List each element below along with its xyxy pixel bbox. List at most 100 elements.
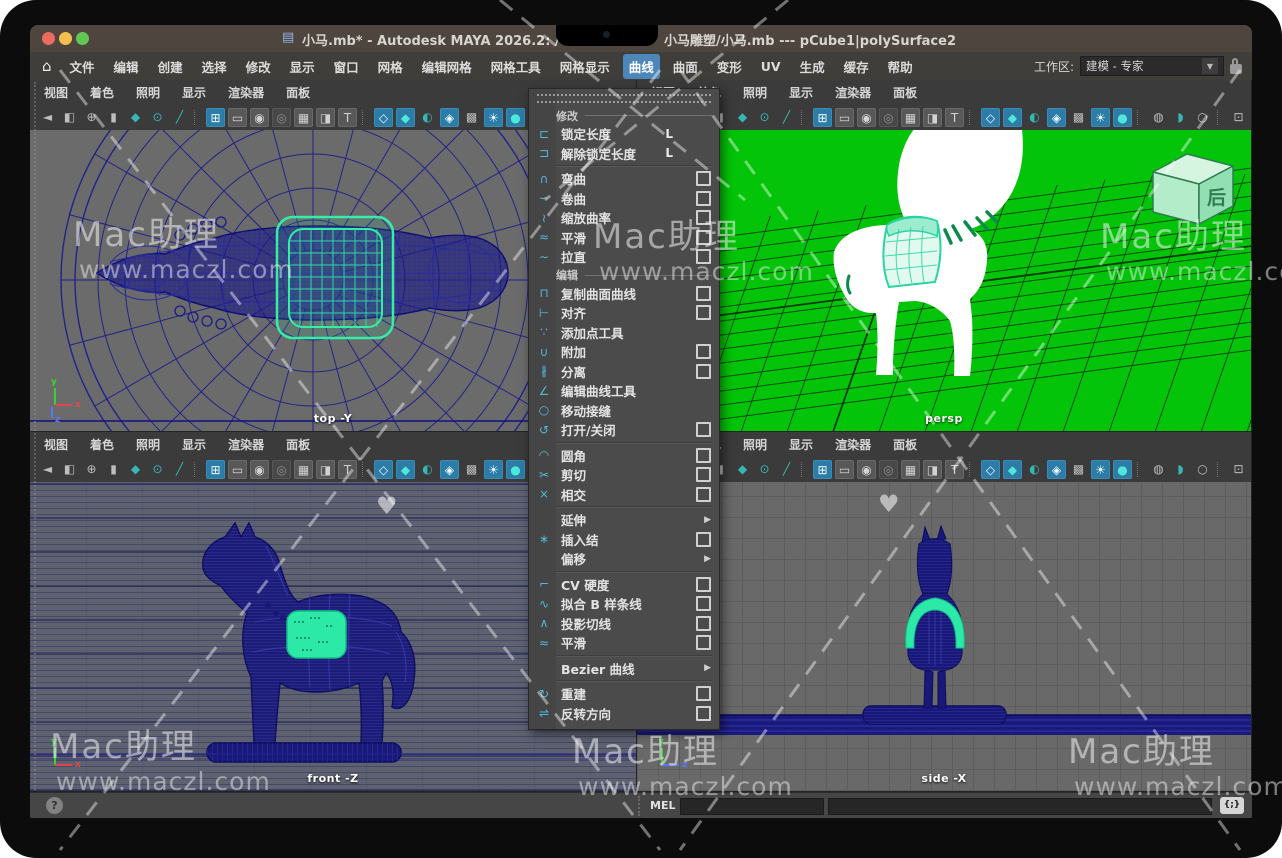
option-box[interactable] (696, 210, 711, 225)
option-box[interactable] (696, 532, 711, 547)
wireframe-icon[interactable]: ◇ (374, 460, 393, 479)
lighting-icon[interactable]: ☀ (1091, 108, 1110, 127)
menu-item-edit-curve-tool[interactable]: ∠编辑曲线工具 (529, 381, 719, 401)
close-button[interactable] (42, 32, 55, 45)
textured-icon[interactable]: ◈ (1047, 460, 1066, 479)
grid-toggle-icon[interactable]: ⊞ (813, 108, 832, 127)
panel-menu-item-1[interactable]: 着色 (90, 436, 114, 453)
option-box[interactable] (696, 616, 711, 631)
motion-blur-icon[interactable]: ◗ (1171, 460, 1190, 479)
menu-item-bend[interactable]: ∩弯曲 (529, 169, 719, 189)
menu-item-duplicate-surface-curves[interactable]: ⊓复制曲面曲线 (529, 284, 719, 304)
menu-generate[interactable]: 生成 (794, 54, 831, 79)
option-box[interactable] (696, 577, 711, 592)
menu-mesh-display[interactable]: 网格显示 (554, 54, 616, 79)
texture-view-icon[interactable]: T (945, 108, 964, 127)
image-plane-icon[interactable]: ◨ (923, 108, 942, 127)
menu-cache[interactable]: 缓存 (838, 54, 875, 79)
menu-create[interactable]: 创建 (152, 54, 189, 79)
panel-menu-item-3[interactable]: 显示 (182, 84, 206, 101)
image-plane-icon[interactable]: ◨ (316, 108, 335, 127)
field-chart-icon[interactable]: ▦ (294, 460, 313, 479)
option-box[interactable] (696, 171, 711, 186)
menu-item-add-points-tool[interactable]: ∵添加点工具 (529, 323, 719, 343)
panel-menu-item-0[interactable]: 视图 (44, 84, 68, 101)
menu-item-detach[interactable]: ∦分离 (529, 362, 719, 382)
menu-item-fillet[interactable]: ◠圆角 (529, 446, 719, 466)
gate-mask-icon[interactable]: ◎ (272, 460, 291, 479)
textured-icon[interactable]: ◈ (440, 460, 459, 479)
menu-item-curl[interactable]: ∽卷曲 (529, 189, 719, 209)
menu-curves[interactable]: 曲线 (623, 54, 660, 79)
annotate-pencil-icon[interactable]: ╱ (777, 460, 796, 479)
view-cube[interactable]: 后 (1153, 154, 1233, 224)
gate-mask-icon[interactable]: ◎ (879, 108, 898, 127)
default-material-icon[interactable]: ▩ (1069, 108, 1088, 127)
lighting-icon[interactable]: ☀ (1091, 460, 1110, 479)
menu-item-attach[interactable]: ∪附加 (529, 342, 719, 362)
menu-select[interactable]: 选择 (196, 54, 233, 79)
option-box[interactable] (696, 286, 711, 301)
wireframe-on-shaded-icon[interactable]: ◐ (1025, 460, 1044, 479)
camera-lock-icon[interactable]: ◧ (60, 460, 79, 479)
grid-toggle-icon[interactable]: ⊞ (206, 460, 225, 479)
field-chart-icon[interactable]: ▦ (294, 108, 313, 127)
menu-item-bezier-curves[interactable]: Bezier 曲线▶ (529, 659, 719, 679)
option-box[interactable] (696, 305, 711, 320)
shadows-icon[interactable]: ● (506, 460, 525, 479)
menu-uv[interactable]: UV (755, 56, 787, 77)
bookmark-icon[interactable]: ▮ (104, 460, 123, 479)
greasepencil-icon[interactable]: ◆ (126, 108, 145, 127)
resolution-gate-icon[interactable]: ◉ (250, 460, 269, 479)
texture-view-icon[interactable]: T (338, 108, 357, 127)
wireframe-on-shaded-icon[interactable]: ◐ (418, 460, 437, 479)
film-gate-icon[interactable]: ▭ (228, 460, 247, 479)
zoom-button[interactable] (76, 32, 89, 45)
motion-blur-icon[interactable]: ◗ (1171, 108, 1190, 127)
image-plane-icon[interactable]: ◨ (923, 460, 942, 479)
smooth-shaded-icon[interactable]: ◆ (396, 460, 415, 479)
gate-mask-icon[interactable]: ◎ (879, 460, 898, 479)
panel-menu-item-3[interactable]: 显示 (789, 436, 813, 453)
panel-menu-item-2[interactable]: 照明 (136, 436, 160, 453)
lock-icon[interactable] (1230, 64, 1242, 74)
option-box[interactable] (696, 344, 711, 359)
default-material-icon[interactable]: ▩ (462, 108, 481, 127)
camera-settings-icon[interactable]: ⊕ (82, 108, 101, 127)
resolution-gate-icon[interactable]: ◉ (857, 460, 876, 479)
menu-item-straighten[interactable]: ∼拉直 (529, 247, 719, 267)
greasepencil-icon[interactable]: ◆ (126, 460, 145, 479)
shadows-icon[interactable]: ● (1113, 108, 1132, 127)
panel-menu-item-2[interactable]: 照明 (136, 84, 160, 101)
panel-menu-item-4[interactable]: 渲染器 (835, 84, 871, 101)
option-box[interactable] (696, 467, 711, 482)
pan-zoom-icon[interactable]: ⊙ (755, 460, 774, 479)
menu-windows[interactable]: 窗口 (328, 54, 365, 79)
film-gate-icon[interactable]: ▭ (228, 108, 247, 127)
wireframe-icon[interactable]: ◇ (374, 108, 393, 127)
minimize-button[interactable] (59, 32, 72, 45)
field-chart-icon[interactable]: ▦ (901, 108, 920, 127)
menu-edit[interactable]: 编辑 (108, 54, 145, 79)
menu-item-offset[interactable]: 偏移▶ (529, 549, 719, 569)
menu-edit-mesh[interactable]: 编辑网格 (416, 54, 478, 79)
lighting-icon[interactable]: ☀ (484, 108, 503, 127)
tearoff-handle[interactable] (537, 94, 711, 103)
menu-mesh-tools[interactable]: 网格工具 (485, 54, 547, 79)
viewport-side-canvas[interactable]: yz side -X (637, 482, 1251, 791)
menu-item-cut[interactable]: ✂剪切 (529, 465, 719, 485)
menu-help[interactable]: 帮助 (882, 54, 919, 79)
help-icon[interactable]: ? (46, 797, 63, 814)
ambient-occlusion-icon[interactable]: ◍ (1149, 460, 1168, 479)
menu-surfaces[interactable]: 曲面 (667, 54, 704, 79)
menu-item-align[interactable]: ⊢对齐 (529, 303, 719, 323)
option-box[interactable] (696, 686, 711, 701)
panel-menu-item-4[interactable]: 渲染器 (228, 436, 264, 453)
default-material-icon[interactable]: ▩ (1069, 460, 1088, 479)
menu-item-move-seam[interactable]: ○移动接缝 (529, 401, 719, 421)
option-box[interactable] (696, 249, 711, 264)
smooth-shaded-icon[interactable]: ◆ (1003, 108, 1022, 127)
menu-mesh[interactable]: 网格 (372, 54, 409, 79)
shadows-icon[interactable]: ● (506, 108, 525, 127)
menu-item-reverse-direction[interactable]: ⇌反转方向 (529, 704, 719, 724)
